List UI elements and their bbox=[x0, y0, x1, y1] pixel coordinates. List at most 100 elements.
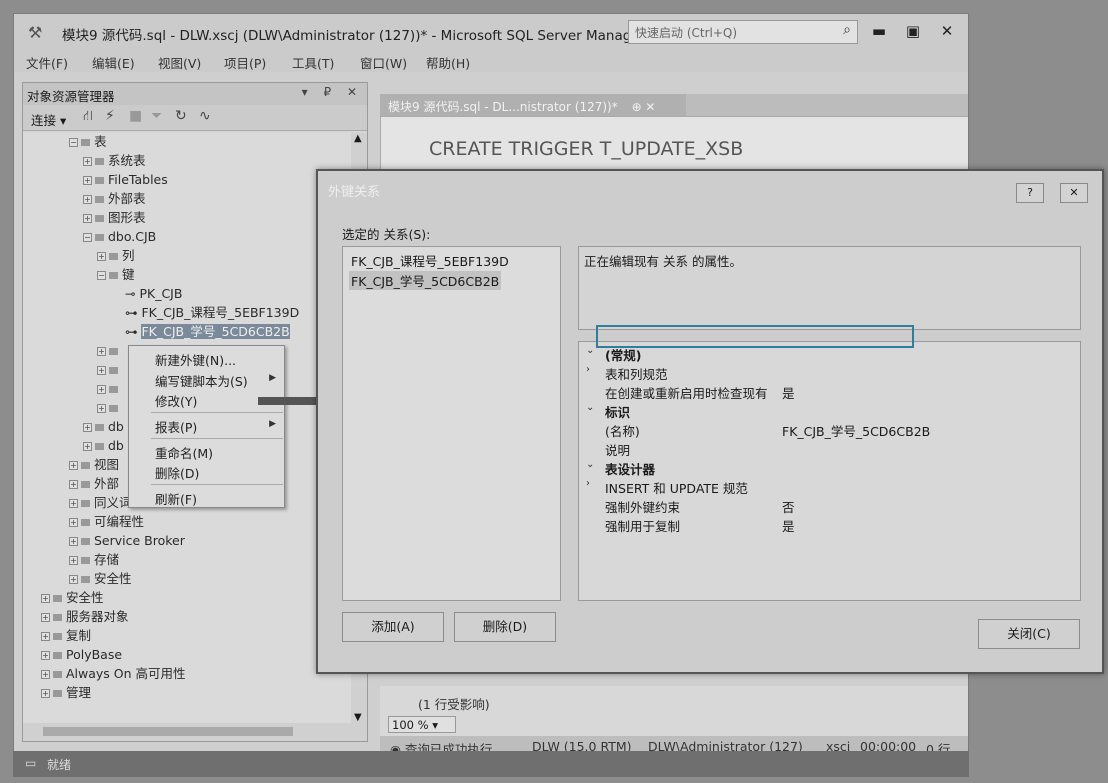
stop-icon[interactable]: ■ bbox=[129, 108, 142, 124]
grid-row-enforce-fk[interactable]: 强制外键约束 否 bbox=[579, 496, 1080, 515]
tree-node-service-broker[interactable]: + Service Broker bbox=[69, 532, 185, 550]
grid-category-table-designer[interactable]: ⌄ 表设计器 bbox=[579, 458, 1080, 477]
expand-icon[interactable]: + bbox=[69, 499, 78, 508]
menu-item-new-foreign-key[interactable]: 新建外键(N)... bbox=[155, 350, 236, 369]
grid-row[interactable]: › 表和列规范 bbox=[579, 363, 1080, 382]
object-explorer-horizontal-scrollbar[interactable] bbox=[23, 723, 367, 741]
tree-node-always-on[interactable]: + Always On 高可用性 bbox=[41, 665, 186, 683]
tree-node-management[interactable]: + 管理 bbox=[41, 684, 91, 702]
expand-icon[interactable]: › bbox=[586, 478, 590, 489]
tree-node-external[interactable]: + 外部 bbox=[69, 475, 119, 493]
tree-node-hidden[interactable]: + bbox=[97, 361, 122, 379]
tree-node-storage[interactable]: + 存储 bbox=[69, 551, 119, 569]
menu-tools[interactable]: 工具(T) bbox=[292, 53, 334, 72]
menu-file[interactable]: 文件(F) bbox=[26, 53, 68, 72]
expand-icon[interactable]: + bbox=[83, 195, 92, 204]
expand-icon[interactable]: + bbox=[97, 385, 106, 394]
expand-icon[interactable]: + bbox=[69, 518, 78, 527]
tree-node-hidden[interactable]: + bbox=[97, 399, 122, 417]
expand-icon[interactable]: + bbox=[69, 480, 78, 489]
panel-pin-close-icons[interactable]: ▾ ₽ ✕ bbox=[302, 85, 363, 99]
expand-icon[interactable]: + bbox=[41, 651, 50, 660]
grid-value[interactable]: 是 bbox=[782, 383, 795, 402]
tree-node-fk-course[interactable]: ⊶ FK_CJB_课程号_5EBF139D bbox=[125, 304, 299, 322]
collapse-icon[interactable]: − bbox=[83, 233, 92, 242]
grid-row[interactable]: › INSERT 和 UPDATE 规范 bbox=[579, 477, 1080, 496]
connect-button[interactable]: 连接 ▾ bbox=[31, 110, 66, 129]
tree-node-fk-student[interactable]: ⊶ FK_CJB_学号_5CD6CB2B bbox=[125, 323, 290, 341]
tree-node-keys[interactable]: − 键 bbox=[97, 266, 135, 284]
menu-window[interactable]: 窗口(W) bbox=[360, 53, 407, 72]
close-button[interactable]: ✕ bbox=[932, 20, 962, 42]
menu-item-script-key-as[interactable]: 编写键脚本为(S) bbox=[155, 371, 248, 390]
expand-icon[interactable]: + bbox=[41, 632, 50, 641]
expand-icon[interactable]: + bbox=[69, 461, 78, 470]
list-item[interactable]: FK_CJB_课程号_5EBF139D bbox=[349, 251, 511, 270]
menu-view[interactable]: 视图(V) bbox=[158, 53, 201, 72]
expand-icon[interactable]: + bbox=[97, 404, 106, 413]
dialog-close-button[interactable]: ✕ bbox=[1060, 183, 1088, 203]
connect-plug-icon[interactable]: ⛙ bbox=[83, 108, 93, 126]
collapse-icon[interactable]: ⌄ bbox=[586, 345, 594, 356]
tree-node-filetables[interactable]: + FileTables bbox=[83, 171, 168, 189]
expand-icon[interactable]: + bbox=[69, 575, 78, 584]
filter-icon[interactable]: ⏷ bbox=[151, 108, 162, 124]
grid-row[interactable]: 强制用于复制 是 bbox=[579, 515, 1080, 534]
quick-launch-input[interactable]: 快速启动 (Ctrl+Q) ⌕ bbox=[628, 20, 858, 44]
grid-row[interactable]: (名称) FK_CJB_学号_5CD6CB2B bbox=[579, 420, 1080, 439]
maximize-button[interactable]: ▣ bbox=[898, 20, 928, 42]
expand-icon[interactable]: + bbox=[41, 689, 50, 698]
close-dialog-button[interactable]: 关闭(C) bbox=[978, 619, 1080, 649]
tree-node-db-security[interactable]: + 安全性 bbox=[69, 570, 132, 588]
menu-item-refresh[interactable]: 刷新(F) bbox=[155, 489, 197, 508]
tree-node-columns[interactable]: + 列 bbox=[97, 247, 135, 265]
collapse-icon[interactable]: ⌄ bbox=[586, 402, 594, 413]
collapse-icon[interactable]: ⌄ bbox=[586, 459, 594, 470]
tree-node-system-tables[interactable]: + 系统表 bbox=[83, 152, 146, 170]
tree-node-polybase[interactable]: + PolyBase bbox=[41, 646, 122, 664]
expand-icon[interactable]: + bbox=[41, 613, 50, 622]
menu-help[interactable]: 帮助(H) bbox=[426, 53, 470, 72]
collapse-icon[interactable]: − bbox=[97, 271, 106, 280]
grid-row[interactable]: 在创建或重新启用时检查现有是 bbox=[579, 382, 1080, 401]
tree-node-dbo-cjb[interactable]: − dbo.CJB bbox=[83, 228, 156, 246]
expand-icon[interactable]: + bbox=[69, 556, 78, 565]
grid-value[interactable]: 是 bbox=[782, 516, 795, 535]
expand-icon[interactable]: + bbox=[69, 537, 78, 546]
tree-node-dbo-2[interactable]: + db bbox=[83, 437, 124, 455]
menu-edit[interactable]: 编辑(E) bbox=[92, 53, 135, 72]
grid-category-identity[interactable]: ⌄ 标识 bbox=[579, 401, 1080, 420]
expand-icon[interactable]: + bbox=[83, 442, 92, 451]
menu-item-delete[interactable]: 删除(D) bbox=[155, 463, 199, 482]
scroll-thumb[interactable] bbox=[43, 727, 293, 736]
expand-icon[interactable]: + bbox=[97, 366, 106, 375]
expand-icon[interactable]: + bbox=[41, 594, 50, 603]
delete-button[interactable]: 删除(D) bbox=[454, 612, 556, 642]
menu-item-modify[interactable]: 修改(Y) bbox=[155, 391, 197, 410]
disconnect-icon[interactable]: ⚡ bbox=[105, 108, 115, 124]
tree-node-external-tables[interactable]: + 外部表 bbox=[83, 190, 146, 208]
scroll-up-icon[interactable]: ▲ bbox=[354, 133, 362, 144]
activity-monitor-icon[interactable]: ∿ bbox=[199, 108, 211, 124]
tree-node-views[interactable]: + 视图 bbox=[69, 456, 119, 474]
expand-icon[interactable]: + bbox=[41, 670, 50, 679]
expand-icon[interactable]: + bbox=[97, 252, 106, 261]
tab-pin-close-icons[interactable]: ⊕ ✕ bbox=[632, 100, 656, 114]
relationships-list[interactable]: FK_CJB_课程号_5EBF139D FK_CJB_学号_5CD6CB2B bbox=[342, 246, 561, 601]
expand-icon[interactable]: + bbox=[83, 214, 92, 223]
list-item-selected[interactable]: FK_CJB_学号_5CD6CB2B bbox=[349, 271, 502, 290]
zoom-select[interactable]: 100 % ▾ bbox=[388, 716, 456, 733]
expand-icon[interactable]: + bbox=[83, 157, 92, 166]
grid-row[interactable]: 说明 bbox=[579, 439, 1080, 458]
tree-node-hidden[interactable]: + bbox=[97, 342, 122, 360]
menu-project[interactable]: 项目(P) bbox=[224, 53, 266, 72]
refresh-icon[interactable]: ↻ bbox=[175, 108, 187, 124]
tree-node-tables[interactable]: − 表 bbox=[69, 133, 107, 151]
tree-node-hidden[interactable]: + bbox=[97, 380, 122, 398]
minimize-button[interactable]: ▬ bbox=[864, 20, 894, 42]
property-grid[interactable]: ⌄ (常规) › 表和列规范 在创建或重新启用时检查现有是 ⌄ 标识 (名称) FK_C… bbox=[578, 341, 1081, 601]
dialog-help-button[interactable]: ? bbox=[1016, 183, 1044, 203]
tree-node-server-objects[interactable]: + 服务器对象 bbox=[41, 608, 129, 626]
add-button[interactable]: 添加(A) bbox=[342, 612, 444, 642]
expand-icon[interactable]: › bbox=[586, 364, 590, 375]
